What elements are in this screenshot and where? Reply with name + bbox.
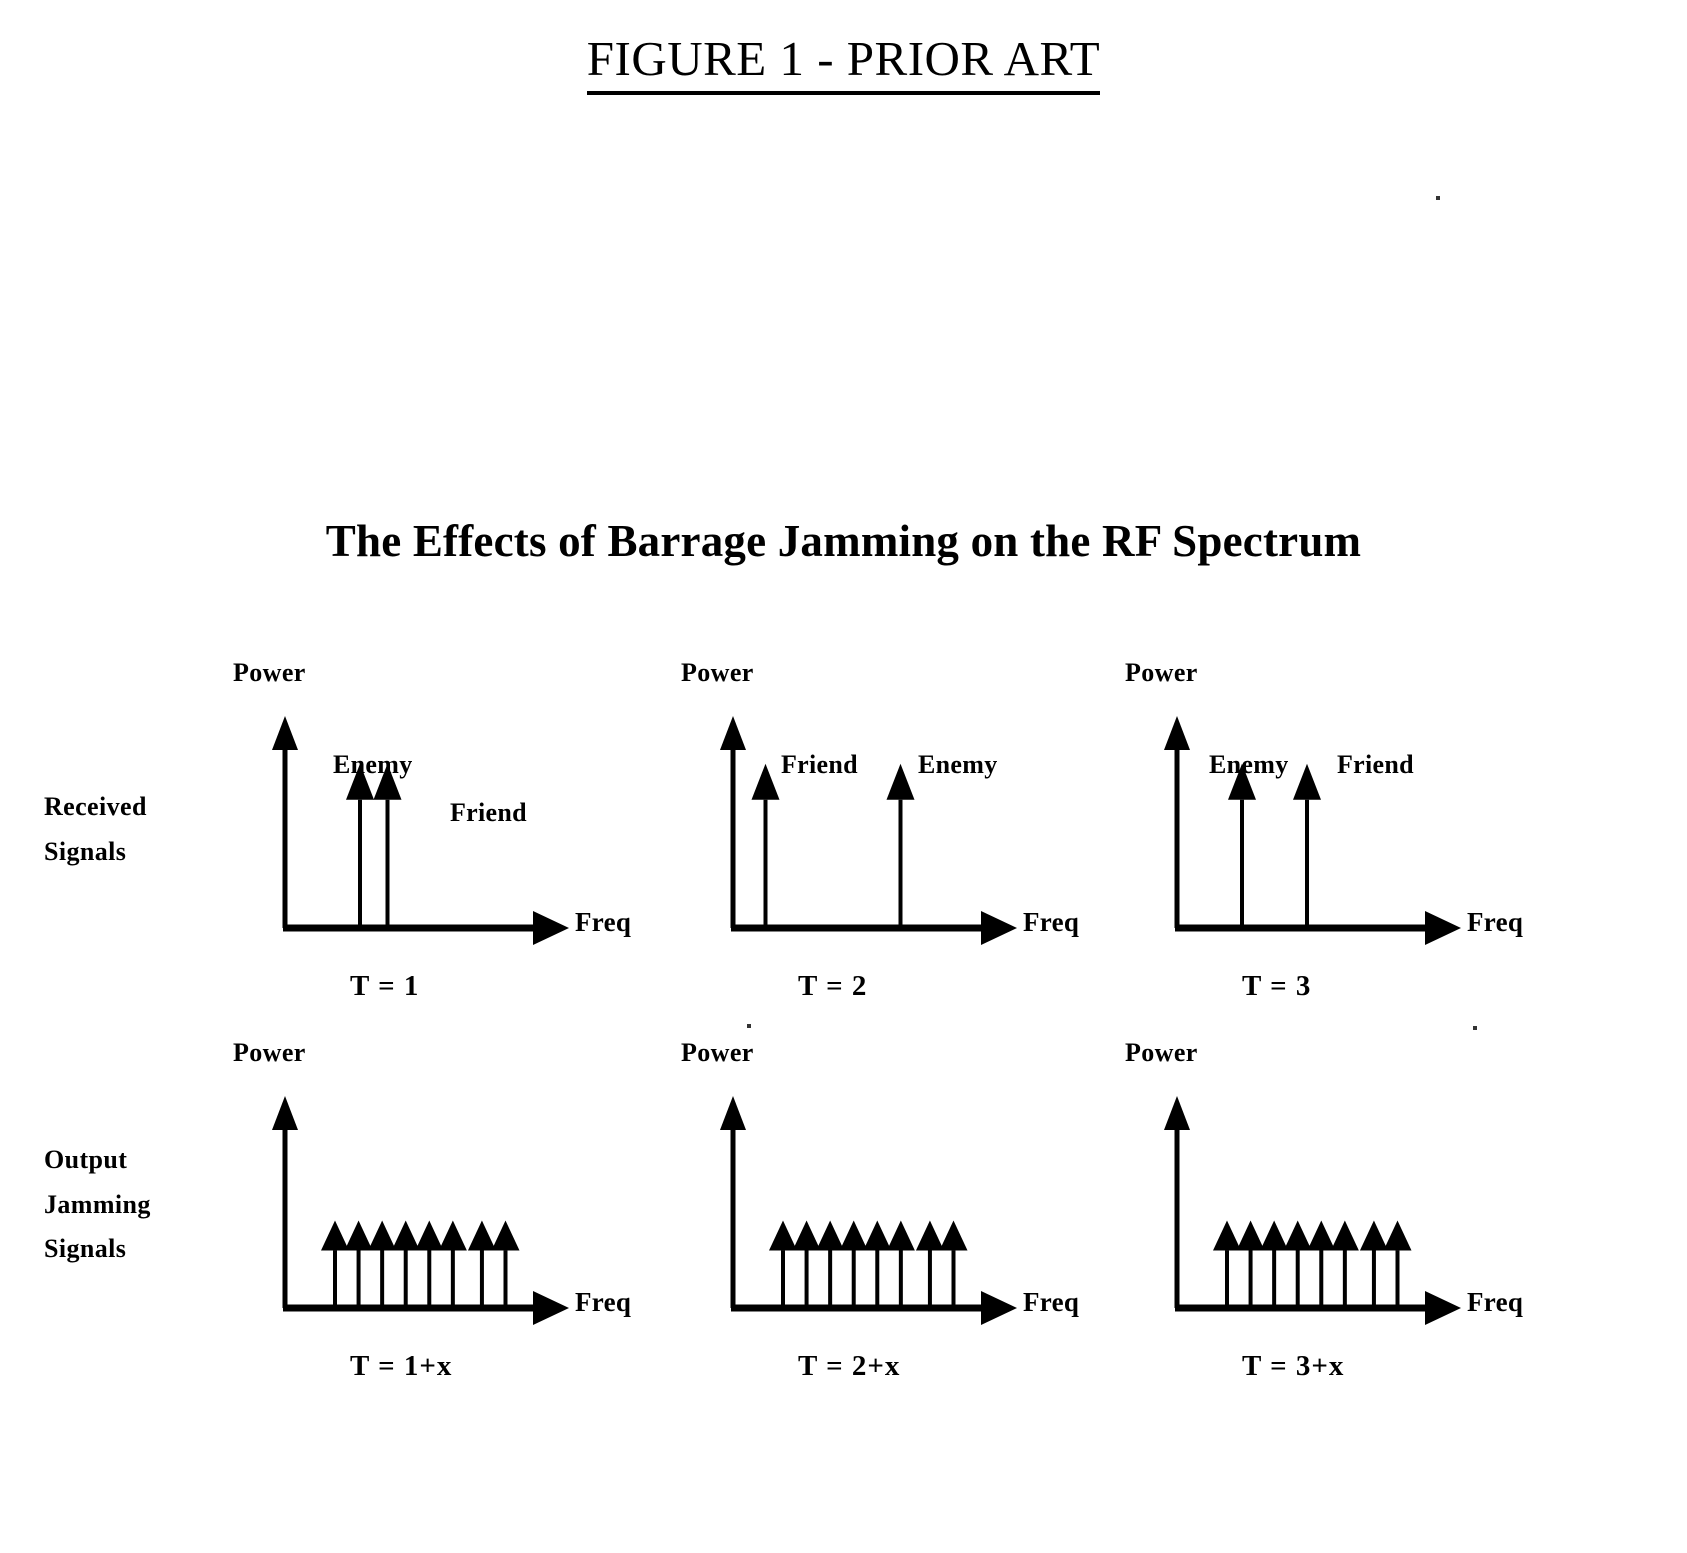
- row-label-output-line2: Jamming: [44, 1189, 151, 1219]
- spectrum-panel-t3x: Power Freq T = 3+x: [1092, 1038, 1523, 1382]
- row-label-received-signals: Received Signals: [44, 785, 147, 874]
- time-label: T = 3: [1242, 970, 1312, 1002]
- y-axis-title-power: Power: [1125, 1038, 1198, 1067]
- y-axis-title-power: Power: [1125, 658, 1198, 687]
- time-label: T = 1+x: [350, 1350, 453, 1382]
- x-axis-title-freq: Freq: [575, 907, 632, 937]
- time-label: T = 1: [350, 970, 420, 1002]
- scan-speck: [1473, 1026, 1477, 1030]
- spectrum-panel-t1: Power Freq Enemy Friend T = 1: [200, 658, 631, 1002]
- figure-title-text: FIGURE 1 - PRIOR ART: [586, 31, 1101, 95]
- spectrum-panel-t1x: Power Freq T = 1+x: [200, 1038, 631, 1382]
- time-label: T = 2: [798, 970, 868, 1002]
- signal-label-enemy: Enemy: [333, 750, 413, 779]
- y-axis-title-power: Power: [233, 1038, 306, 1067]
- signal-label-friend: Friend: [1337, 750, 1414, 779]
- signal-label-enemy: Enemy: [1209, 750, 1289, 779]
- time-label: T = 3+x: [1242, 1350, 1345, 1382]
- y-axis-title-power: Power: [681, 658, 754, 687]
- time-label: T = 2+x: [798, 1350, 901, 1382]
- x-axis-title-freq: Freq: [1467, 1287, 1524, 1317]
- y-axis-title-power: Power: [233, 658, 306, 687]
- row-label-output-jamming-signals: Output Jamming Signals: [44, 1138, 151, 1272]
- x-axis-title-freq: Freq: [1023, 907, 1080, 937]
- x-axis-title-freq: Freq: [1023, 1287, 1080, 1317]
- signal-label-friend: Friend: [781, 750, 858, 779]
- x-axis-title-freq: Freq: [1467, 907, 1524, 937]
- signal-label-friend: Friend: [450, 798, 527, 827]
- row-label-received-line2: Signals: [44, 836, 127, 866]
- row-label-output-line3: Signals: [44, 1234, 127, 1264]
- signal-label-enemy: Enemy: [918, 750, 998, 779]
- spectrum-panel-t3: Power Freq Enemy Friend T = 3: [1092, 658, 1523, 1002]
- figure-subtitle: The Effects of Barrage Jamming on the RF…: [325, 516, 1362, 566]
- row-label-output-line1: Output: [44, 1145, 128, 1174]
- figure-title: FIGURE 1 - PRIOR ART: [0, 31, 1687, 95]
- spectrum-panel-t2x: Power Freq T = 2+x: [648, 1038, 1079, 1382]
- scan-speck: [1436, 196, 1440, 200]
- scan-speck: [747, 1024, 751, 1028]
- x-axis-title-freq: Freq: [575, 1287, 632, 1317]
- y-axis-title-power: Power: [681, 1038, 754, 1067]
- row-label-received-line1: Received: [44, 792, 147, 821]
- spectrum-panel-t2: Power Freq Friend Enemy T = 2: [648, 658, 1079, 1002]
